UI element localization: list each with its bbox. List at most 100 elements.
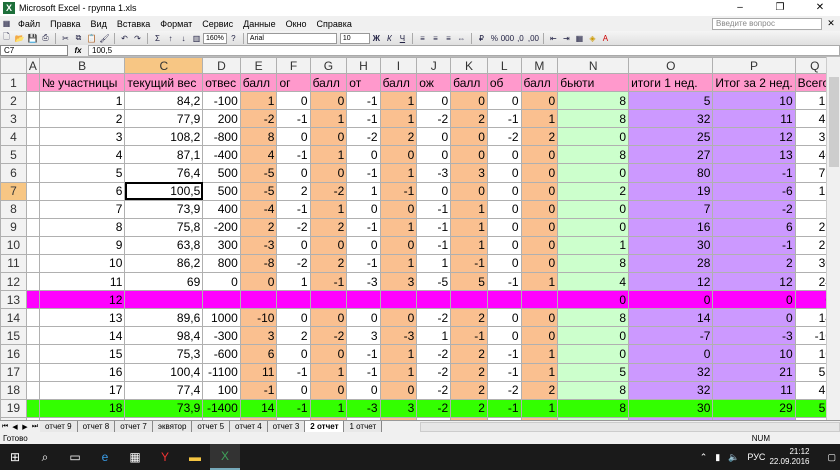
cell[interactable]: 108,2 <box>124 127 204 147</box>
cell-a[interactable] <box>25 308 40 328</box>
language-indicator[interactable]: РУС <box>747 452 765 462</box>
align-left-icon[interactable]: ≡ <box>417 33 428 44</box>
cell[interactable]: -1 <box>346 344 381 364</box>
cell[interactable]: -600 <box>202 344 241 364</box>
cell[interactable]: 0 <box>379 145 418 165</box>
copy-icon[interactable]: ⧉ <box>73 33 84 44</box>
cell[interactable]: 6 <box>239 344 278 364</box>
cell[interactable]: 11 <box>712 380 796 400</box>
menu-data[interactable]: Данные <box>238 19 281 29</box>
cell[interactable]: 0 <box>486 199 522 219</box>
column-header-d[interactable]: D <box>202 57 241 74</box>
column-header-a[interactable]: A <box>25 57 40 74</box>
cell[interactable]: -3 <box>346 398 381 418</box>
cell[interactable]: 300 <box>202 235 241 255</box>
cell[interactable]: 0 <box>486 235 522 255</box>
windows-start-icon[interactable]: ⊞ <box>0 444 30 470</box>
cell[interactable]: -2 <box>276 253 311 274</box>
cell[interactable]: 0 <box>346 199 381 219</box>
row-header[interactable]: 3 <box>0 109 27 129</box>
cell[interactable] <box>520 290 559 310</box>
cell[interactable]: -300 <box>202 326 241 346</box>
cell[interactable]: 0 <box>712 290 796 310</box>
column-title[interactable]: итоги 1 нед. <box>628 72 714 93</box>
cell[interactable]: -100 <box>202 91 241 111</box>
cell[interactable]: -400 <box>202 145 241 165</box>
cell[interactable]: 1 <box>416 253 452 274</box>
cell[interactable]: 84,2 <box>124 91 204 111</box>
cell[interactable]: 86,2 <box>124 253 204 274</box>
cell[interactable]: -8 <box>239 253 278 274</box>
cell[interactable]: -1 <box>416 199 452 219</box>
decrease-decimal-icon[interactable]: ,00 <box>528 33 539 44</box>
cell-a[interactable] <box>25 91 40 111</box>
cell[interactable]: 14 <box>628 308 714 328</box>
cell-a[interactable] <box>25 235 40 255</box>
cell[interactable]: 8 <box>557 145 630 165</box>
row-header[interactable]: 12 <box>0 272 27 292</box>
cell[interactable]: 1 <box>379 109 418 129</box>
cell[interactable]: 1 <box>379 344 418 364</box>
fill-color-icon[interactable]: ◈ <box>587 33 598 44</box>
row-header[interactable]: 14 <box>0 308 27 328</box>
merge-icon[interactable]: ⇔ <box>456 33 467 44</box>
cell[interactable]: 8 <box>557 109 630 129</box>
cell[interactable]: 8 <box>557 398 630 418</box>
cell[interactable] <box>416 290 452 310</box>
cell[interactable]: 11 <box>712 109 796 129</box>
increase-decimal-icon[interactable]: ,0 <box>515 33 526 44</box>
font-select[interactable]: Arial <box>246 32 337 44</box>
name-box[interactable]: C7 <box>0 45 68 56</box>
cell-a[interactable] <box>25 326 40 346</box>
cell[interactable]: 0 <box>379 308 418 328</box>
cell-a[interactable] <box>25 72 40 93</box>
cell[interactable]: 18 <box>38 398 126 418</box>
cell[interactable]: 69 <box>124 272 204 292</box>
cell[interactable]: -1 <box>346 109 381 129</box>
cell[interactable]: -1 <box>486 344 522 364</box>
cell[interactable]: 0 <box>557 290 630 310</box>
column-title[interactable]: балл <box>520 72 559 93</box>
cell[interactable]: -1 <box>346 217 381 237</box>
cell[interactable]: 0 <box>520 308 559 328</box>
cell[interactable]: 1 <box>379 362 418 382</box>
thousands-icon[interactable]: 000 <box>501 33 514 44</box>
row-header[interactable]: 19 <box>0 398 27 418</box>
cell-a[interactable] <box>25 344 40 364</box>
cell[interactable]: 1 <box>450 199 488 219</box>
cell[interactable]: 1 <box>379 91 418 111</box>
cell[interactable]: 0 <box>379 380 418 400</box>
help-icon[interactable]: ? <box>228 33 239 44</box>
font-color-icon[interactable]: A <box>600 33 611 44</box>
select-all-corner[interactable] <box>0 57 27 74</box>
cell[interactable]: -2 <box>712 199 796 219</box>
cell[interactable]: 1 <box>520 109 559 129</box>
cell[interactable]: 0 <box>520 199 559 219</box>
cell[interactable]: 11 <box>38 272 126 292</box>
row-header[interactable]: 6 <box>0 163 27 183</box>
edge-icon[interactable]: e <box>90 444 120 470</box>
undo-icon[interactable]: ↶ <box>119 33 130 44</box>
cell[interactable]: 29 <box>712 398 796 418</box>
cell[interactable]: 1 <box>346 181 381 201</box>
column-header-b[interactable]: B <box>38 57 126 74</box>
cell[interactable]: 2 <box>309 217 348 237</box>
column-header-c[interactable]: C <box>124 57 204 74</box>
cell[interactable]: 0 <box>712 308 796 328</box>
menu-insert[interactable]: Вставка <box>112 19 155 29</box>
cell[interactable]: 0 <box>309 380 348 400</box>
cell[interactable]: 32 <box>628 362 714 382</box>
cell[interactable]: 1 <box>309 199 348 219</box>
cell[interactable]: 27 <box>628 145 714 165</box>
print-icon[interactable]: ⎙ <box>40 33 51 44</box>
sheet-tab[interactable]: отчет 8 <box>77 421 116 432</box>
cell[interactable]: 12 <box>712 272 796 292</box>
sheet-tab[interactable]: отчет 4 <box>230 421 268 432</box>
cell[interactable]: 2 <box>520 127 559 147</box>
cell[interactable]: 0 <box>520 235 559 255</box>
cell[interactable]: -800 <box>202 127 241 147</box>
sort-asc-icon[interactable]: ↑ <box>165 33 176 44</box>
cell[interactable]: 0 <box>520 91 559 111</box>
cell[interactable]: 30 <box>628 235 714 255</box>
cell[interactable]: 8 <box>557 253 630 274</box>
